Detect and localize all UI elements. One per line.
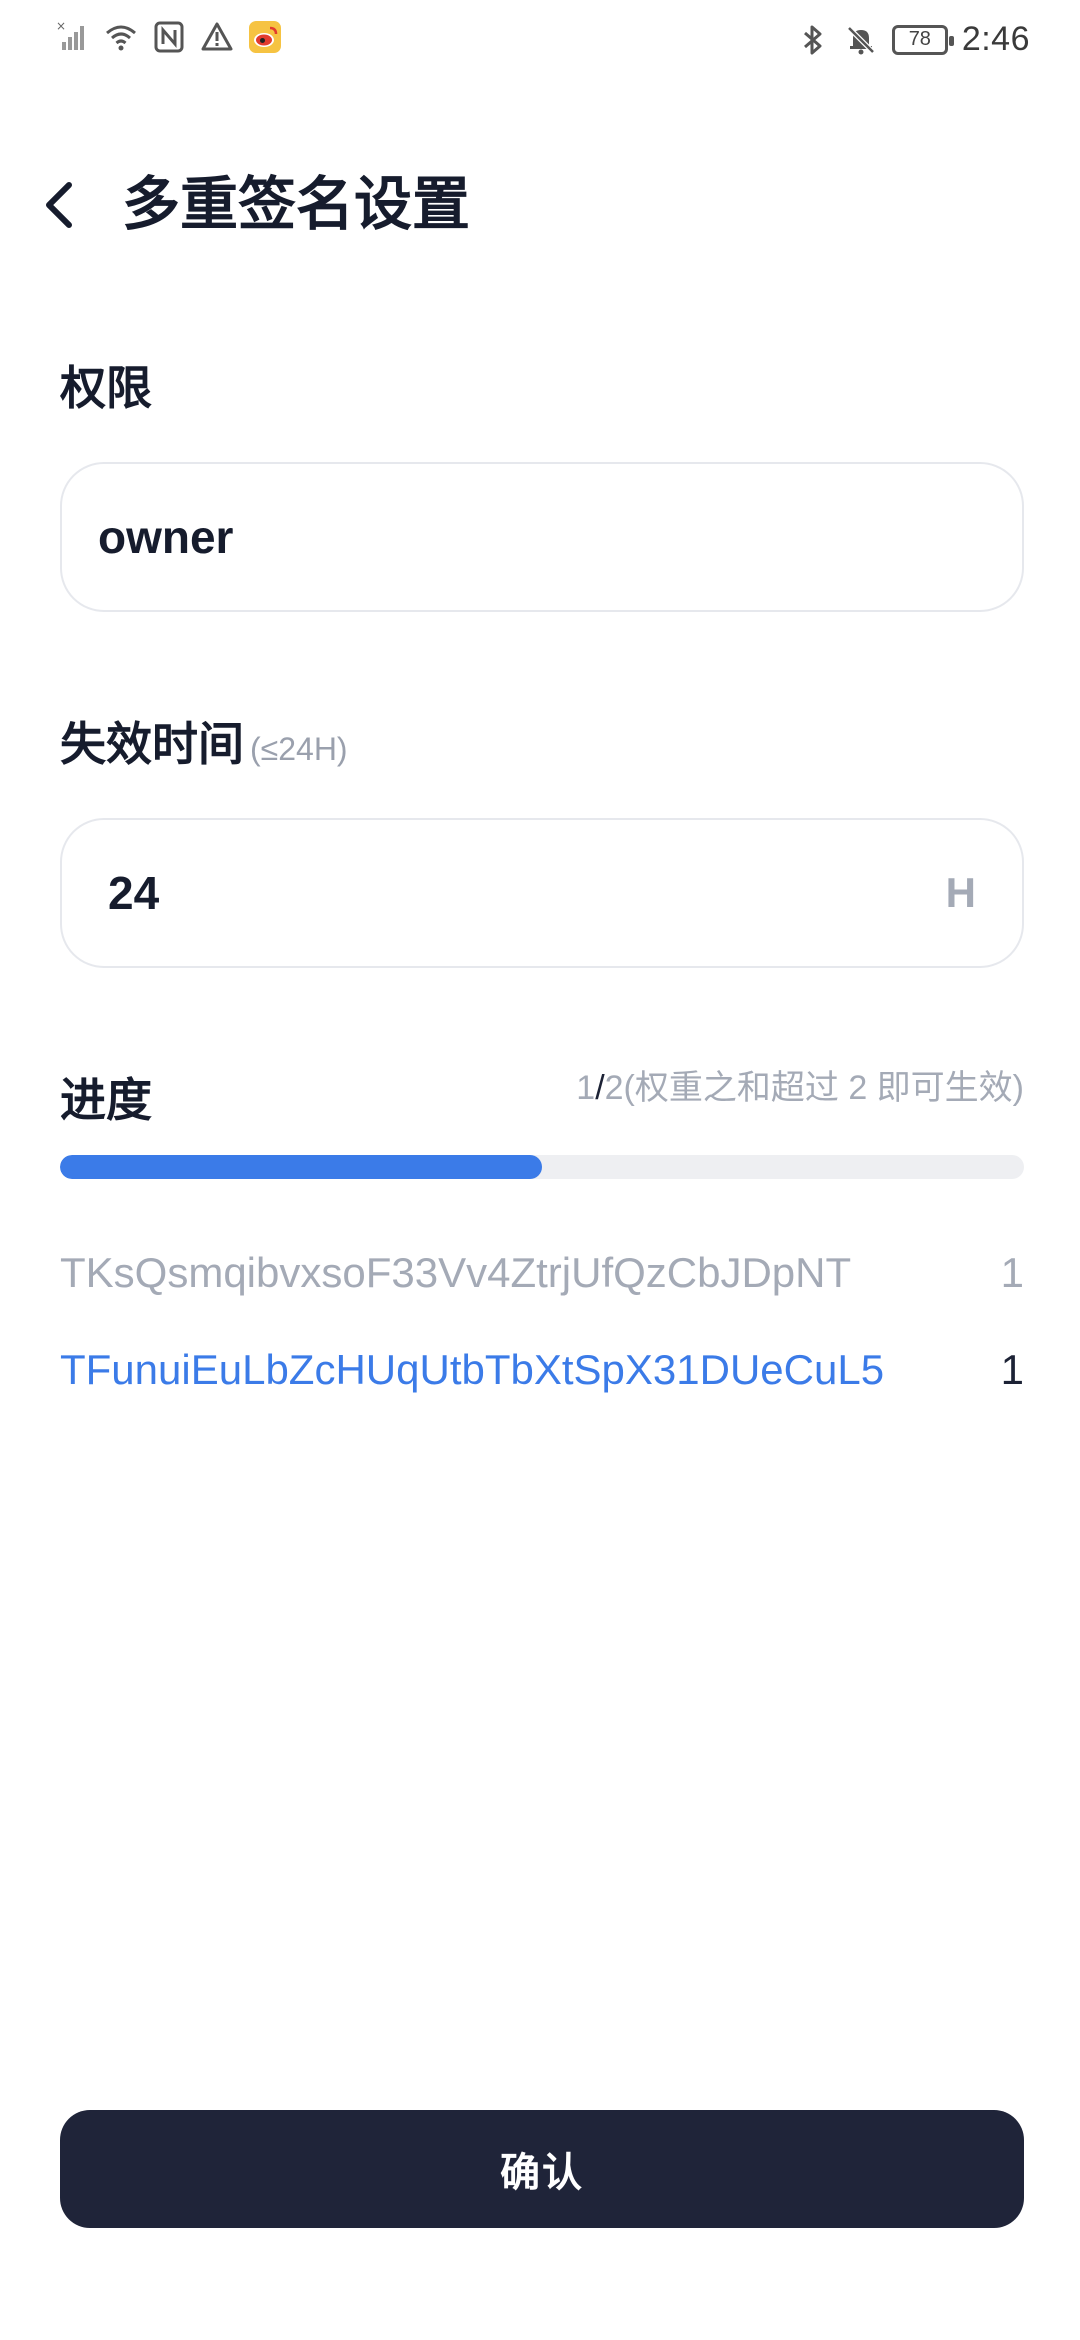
chevron-left-icon bbox=[46, 182, 72, 228]
permission-field[interactable]: owner bbox=[60, 462, 1024, 612]
status-time: 2:46 bbox=[961, 20, 1030, 58]
signer-row: TFunuiEuLbZcHUqUtbTbXtSpX31DUeCuL5 1 bbox=[60, 1340, 1024, 1400]
expiry-input[interactable]: 24 H bbox=[60, 818, 1024, 968]
multisig-settings-screen: × 78 2:46 多重签名设置 权限 owner 失效时间 (≤24H) 24… bbox=[0, 0, 1080, 2340]
permission-label: 权限 bbox=[60, 362, 152, 414]
progress-label: 进度 bbox=[60, 1074, 152, 1126]
expiry-label: 失效时间 bbox=[60, 718, 244, 770]
permission-value: owner bbox=[98, 511, 234, 563]
battery-level: 78 bbox=[908, 28, 931, 50]
status-right-icons: 78 2:46 bbox=[796, 20, 1030, 59]
progress-separator: / bbox=[595, 1069, 605, 1107]
weibo-icon bbox=[249, 21, 281, 53]
signer-row: TKsQsmqibvxsoF33Vv4ZtrjUfQzCbJDpNT 1 bbox=[60, 1243, 1024, 1303]
signer-address: TKsQsmqibvxsoF33Vv4ZtrjUfQzCbJDpNT bbox=[60, 1249, 852, 1296]
bluetooth-icon bbox=[803, 25, 822, 54]
progress-info: 1/2(权重之和超过 2 即可生效) bbox=[576, 1060, 1024, 1109]
expiry-unit: H bbox=[945, 869, 976, 916]
bell-muted-icon bbox=[847, 25, 875, 54]
status-bar: × 78 2:46 bbox=[0, 0, 1080, 80]
signer-address[interactable]: TFunuiEuLbZcHUqUtbTbXtSpX31DUeCuL5 bbox=[60, 1346, 884, 1394]
signer-weight: 1 bbox=[1000, 1346, 1024, 1393]
expiry-label-row: 失效时间 (≤24H) bbox=[60, 708, 348, 774]
progress-current: 1 bbox=[576, 1069, 596, 1107]
page-header: 多重签名设置 bbox=[0, 150, 1080, 260]
page-title: 多重签名设置 bbox=[122, 172, 471, 237]
signal-off-icon: × bbox=[56, 20, 84, 50]
expiry-value: 24 bbox=[108, 867, 160, 919]
signer-weight: 1 bbox=[1000, 1249, 1024, 1296]
nfc-icon bbox=[154, 21, 184, 53]
wifi-icon bbox=[106, 25, 136, 51]
progress-bar-fill bbox=[60, 1155, 542, 1179]
expiry-hint: (≤24H) bbox=[250, 731, 348, 767]
back-button[interactable] bbox=[24, 170, 94, 240]
warning-icon bbox=[201, 22, 233, 51]
progress-bar bbox=[60, 1155, 1024, 1179]
progress-rest: 2(权重之和超过 2 即可生效) bbox=[604, 1069, 1024, 1107]
svg-text:×: × bbox=[56, 20, 66, 33]
confirm-button[interactable]: 确认 bbox=[60, 2110, 1024, 2228]
status-left-icons: × bbox=[56, 20, 282, 54]
battery-icon: 78 bbox=[891, 24, 954, 55]
